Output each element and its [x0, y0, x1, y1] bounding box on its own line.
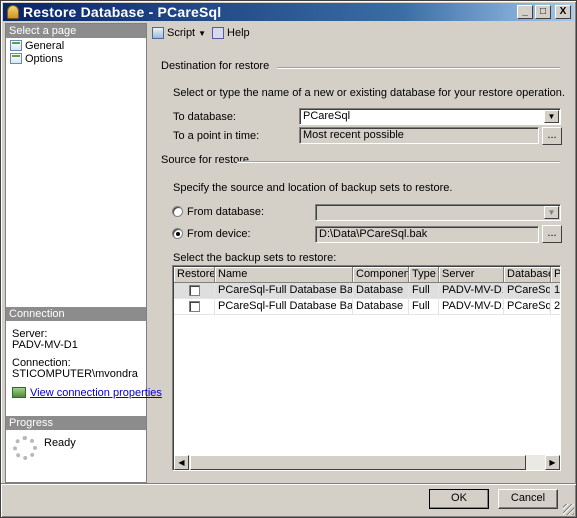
- from-device-radio[interactable]: [172, 228, 183, 239]
- table-row-2-restore-cell[interactable]: [174, 299, 215, 315]
- table-row-2-type[interactable]: Full: [409, 299, 439, 315]
- column-header-name[interactable]: Name: [215, 267, 353, 283]
- connection-value: STICOMPUTER\mvondra: [12, 368, 138, 380]
- point-in-time-label: To a point in time:: [173, 130, 260, 142]
- source-group-title: Source for restore: [161, 154, 250, 166]
- cancel-button[interactable]: Cancel: [498, 489, 558, 509]
- connection-properties-icon: [12, 387, 26, 398]
- from-device-field: D:\Data\PCareSql.bak: [315, 226, 539, 243]
- point-in-time-field: Most recent possible: [299, 127, 539, 144]
- from-database-radio[interactable]: [172, 206, 183, 217]
- progress-status: Ready: [44, 437, 76, 449]
- script-button[interactable]: Script ▼: [152, 27, 206, 39]
- destination-group-title: Destination for restore: [161, 60, 270, 72]
- table-row-1-position[interactable]: 1: [551, 283, 560, 299]
- column-header-restore[interactable]: Restore: [174, 267, 215, 283]
- from-database-combo: [315, 204, 561, 221]
- page-item-label: Options: [25, 52, 63, 65]
- table-row-2-component[interactable]: Database: [353, 299, 409, 315]
- column-header-type[interactable]: Type: [409, 267, 439, 283]
- table-row-1-restore-cell[interactable]: [174, 283, 215, 299]
- help-label: Help: [227, 27, 250, 39]
- scroll-thumb[interactable]: [190, 455, 526, 470]
- destination-description: Select or type the name of a new or exis…: [173, 87, 565, 99]
- title-bar[interactable]: Restore Database - PCareSql _ □ X: [3, 3, 574, 21]
- horizontal-scrollbar[interactable]: ◀ ▶: [174, 455, 560, 470]
- help-icon: [212, 27, 225, 39]
- table-row-1-type[interactable]: Full: [409, 283, 439, 299]
- window-title: Restore Database - PCareSql: [23, 4, 222, 20]
- source-description: Specify the source and location of backu…: [173, 182, 453, 194]
- progress-header: Progress: [6, 416, 146, 430]
- from-device-browse-button[interactable]: ...: [542, 225, 562, 243]
- toolbar: Script ▼ Help: [149, 23, 574, 43]
- page-item-label: General: [25, 39, 65, 52]
- ok-button[interactable]: OK: [429, 489, 489, 509]
- chevron-down-icon[interactable]: ▼: [544, 110, 559, 123]
- chevron-down-icon: ▼: [198, 28, 207, 38]
- close-button[interactable]: X: [555, 5, 571, 19]
- server-value: PADV-MV-D1: [12, 339, 78, 351]
- select-page-header: Select a page: [6, 24, 146, 38]
- backup-sets-grid[interactable]: Restore Name Component Type Server Datab…: [172, 265, 561, 471]
- connection-header: Connection: [6, 307, 146, 321]
- view-connection-properties-link[interactable]: View connection properties: [30, 387, 162, 399]
- left-pane: Select a page General Options Connection…: [5, 23, 162, 483]
- minimize-button[interactable]: _: [517, 5, 533, 19]
- backup-sets-label: Select the backup sets to restore:: [173, 252, 337, 264]
- table-row-1-component[interactable]: Database: [353, 283, 409, 299]
- table-row-2-database[interactable]: PCareSql: [504, 299, 551, 315]
- script-icon: [152, 27, 164, 39]
- table-row-2-server[interactable]: PADV-MV-D1: [439, 299, 504, 315]
- column-header-server[interactable]: Server: [439, 267, 504, 283]
- source-divider: [237, 161, 560, 163]
- column-header-component[interactable]: Component: [353, 267, 409, 283]
- restore-checkbox[interactable]: [189, 285, 200, 296]
- table-row-1-name[interactable]: PCareSql-Full Database Backup: [215, 283, 353, 299]
- database-icon: [7, 5, 19, 19]
- restore-database-window: Restore Database - PCareSql _ □ X Select…: [0, 0, 577, 518]
- table-row-1-server[interactable]: PADV-MV-D1: [439, 283, 504, 299]
- table-row-2-position[interactable]: 2: [551, 299, 560, 315]
- column-header-position[interactable]: P: [551, 267, 560, 283]
- from-device-label: From device:: [187, 228, 251, 240]
- resize-grip-icon[interactable]: [563, 504, 574, 515]
- page-icon: [10, 53, 22, 64]
- maximize-button[interactable]: □: [535, 5, 551, 19]
- page-item-options[interactable]: Options: [10, 52, 63, 65]
- scroll-right-icon[interactable]: ▶: [545, 455, 560, 470]
- page-icon: [10, 40, 22, 51]
- column-header-database[interactable]: Database: [504, 267, 551, 283]
- table-row-2-name[interactable]: PCareSql-Full Database Backup: [215, 299, 353, 315]
- restore-checkbox[interactable]: [189, 301, 200, 312]
- page-item-general[interactable]: General: [10, 39, 64, 52]
- help-button[interactable]: Help: [212, 27, 250, 39]
- progress-spinner-icon: [13, 436, 37, 460]
- point-in-time-browse-button[interactable]: ...: [542, 127, 562, 145]
- to-database-label: To database:: [173, 111, 236, 123]
- bottom-divider: [1, 483, 576, 485]
- chevron-down-icon: ▼: [544, 206, 559, 219]
- to-database-combo[interactable]: PCareSql: [299, 108, 561, 125]
- scroll-left-icon[interactable]: ◀: [174, 455, 189, 470]
- script-label: Script: [167, 27, 196, 39]
- table-row-1-database[interactable]: PCareSql: [504, 283, 551, 299]
- from-database-label: From database:: [187, 206, 265, 218]
- destination-divider: [277, 67, 560, 69]
